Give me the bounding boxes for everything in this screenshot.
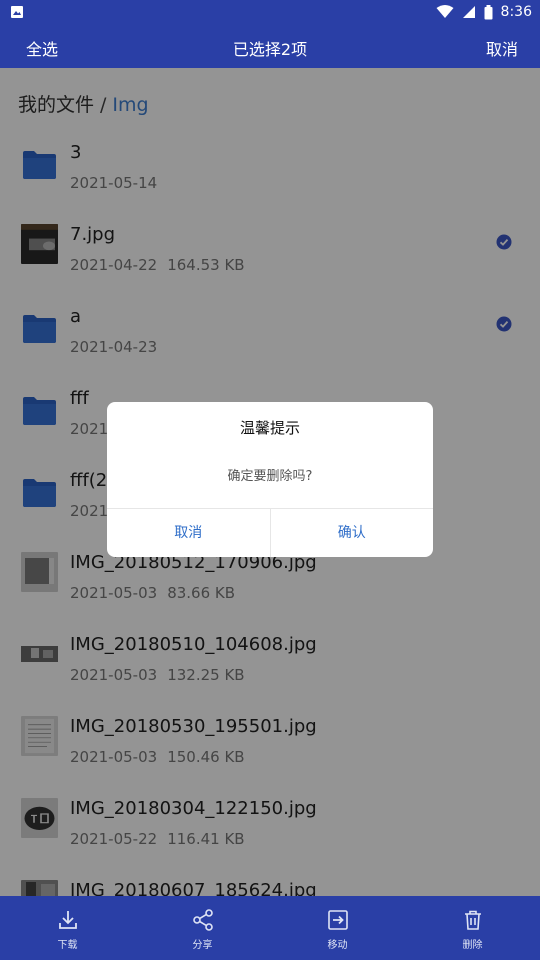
delete-confirm-dialog: 温馨提示 确定要删除吗? 取消 确认 xyxy=(107,402,433,557)
dialog-message: 确定要删除吗? xyxy=(227,469,313,484)
status-time: 8:36 xyxy=(500,4,532,20)
dialog-confirm-button[interactable]: 确认 xyxy=(269,509,434,557)
delete-button[interactable]: 删除 xyxy=(405,896,540,960)
cancel-selection-button[interactable]: 取消 xyxy=(486,36,518,60)
gallery-notification-icon xyxy=(11,6,23,18)
dialog-cancel-button[interactable]: 取消 xyxy=(107,509,270,557)
selection-count-title: 已选择2项 xyxy=(232,40,308,59)
top-app-bar: 全选 已选择2项 取消 xyxy=(0,24,540,68)
download-icon xyxy=(58,911,77,929)
share-icon xyxy=(192,909,213,931)
download-button[interactable]: 下载 xyxy=(0,896,135,960)
status-bar: 8:36 xyxy=(0,0,540,24)
move-label: 移动 xyxy=(327,940,348,951)
dialog-title: 温馨提示 xyxy=(239,419,300,437)
battery-icon xyxy=(484,4,493,19)
download-label: 下载 xyxy=(57,940,78,951)
bottom-action-bar: 下载 分享 移动 删除 xyxy=(0,896,540,960)
trash-icon xyxy=(464,910,481,930)
delete-label: 删除 xyxy=(462,940,483,951)
share-button[interactable]: 分享 xyxy=(135,896,270,960)
share-label: 分享 xyxy=(192,940,213,951)
wifi-icon xyxy=(436,5,454,18)
move-icon xyxy=(327,910,348,930)
dialog-actions: 取消 确认 xyxy=(107,508,433,557)
signal-icon xyxy=(462,6,475,18)
move-button[interactable]: 移动 xyxy=(270,896,405,960)
